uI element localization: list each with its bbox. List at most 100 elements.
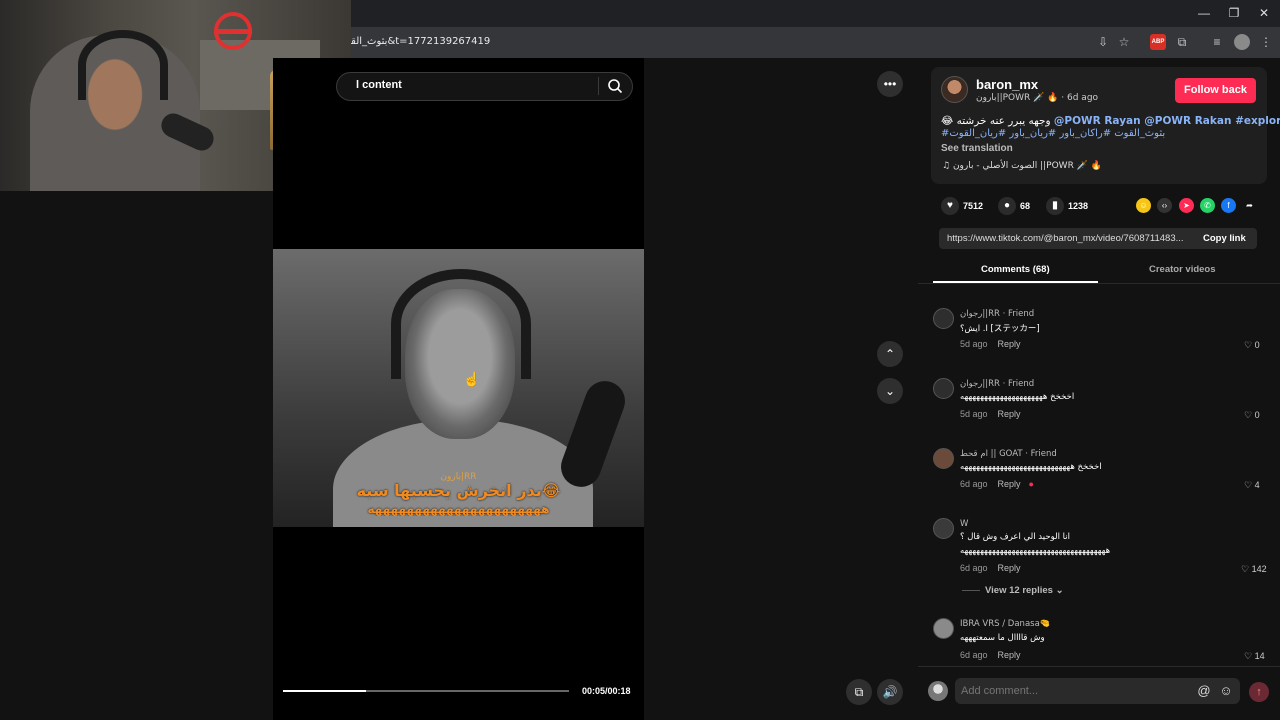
heart-outline-icon[interactable]: ♡ [1244, 480, 1252, 490]
description-mentions[interactable]: @POWR Rayan @POWR Rakan #explore [1054, 115, 1280, 127]
send-comment-icon[interactable]: ↑ [1249, 682, 1269, 702]
share-arrow-icon[interactable]: ➦ [1242, 198, 1257, 213]
restore-button[interactable]: ❐ [1224, 4, 1244, 22]
commenter-name[interactable]: IBRA VRS / Danasa🤏 [960, 619, 1050, 629]
commenter-name[interactable]: ام قحط || GOAT · Friend [960, 449, 1057, 459]
music-title[interactable]: الصوت الأصلي - بارون ||POWR 🗡️ 🔥 [953, 161, 1102, 171]
install-app-icon[interactable]: ⇩ [1095, 34, 1111, 50]
description-text: 😂 وجهه يبرر عنه خرشته [941, 115, 1051, 127]
comment-text-line2: هههههههههههههههههههههههههههههههههههههه [960, 546, 1111, 556]
like-stat[interactable]: ♥ 7512 [941, 197, 983, 215]
comment-text: ا. ايش؟ [ステッカー] [960, 324, 1040, 334]
whatsapp-icon[interactable]: ✆ [1200, 198, 1215, 213]
comment-stat[interactable]: ● 68 [998, 197, 1030, 215]
comment-meta: 5d ago Reply [960, 409, 1021, 419]
send-to-friend-icon[interactable]: ➤ [1179, 198, 1194, 213]
comment-like[interactable]: ♡ 0 [1244, 410, 1260, 421]
media-controls-icon[interactable]: ≡ [1209, 34, 1225, 50]
comment-like[interactable]: ♡ 4 [1244, 480, 1260, 491]
comment-age: 6d ago [960, 563, 988, 573]
minimize-button[interactable]: — [1194, 4, 1214, 22]
search-icon[interactable] [607, 78, 623, 94]
comment-age: 5d ago [960, 409, 988, 419]
search-text[interactable]: l content [356, 79, 402, 91]
tab-comments[interactable]: Comments (68) [981, 264, 1050, 275]
video-frame[interactable]: بارون|RR بدر انخرش يحسبها سبه😂 ههههههههه… [273, 249, 644, 527]
comment-like-count: 0 [1254, 410, 1260, 420]
next-video-button[interactable]: ⌄ [877, 378, 903, 404]
reply-button[interactable]: Reply [998, 479, 1021, 489]
browser-menu-icon[interactable]: ⋮ [1258, 34, 1274, 50]
heart-outline-icon[interactable]: ♡ [1244, 651, 1252, 661]
see-translation-link[interactable]: See translation [941, 143, 1013, 154]
url-field[interactable]: بثوث_القو‏&t=1772139267419 [346, 36, 490, 47]
reply-button[interactable]: Reply [998, 563, 1021, 573]
facebook-icon[interactable]: f [1221, 198, 1236, 213]
tab-divider [918, 283, 1280, 284]
heart-outline-icon[interactable]: ♡ [1244, 410, 1252, 420]
commenter-name[interactable]: رجوان||RR · Friend [960, 309, 1034, 319]
video-time: 00:05/00:18 [582, 686, 631, 696]
commenter-avatar[interactable] [933, 518, 954, 539]
tab-creator-videos[interactable]: Creator videos [1149, 264, 1216, 275]
more-options-icon[interactable]: ••• [877, 71, 903, 97]
video-progress-bar[interactable] [283, 690, 569, 692]
description-hashtags[interactable]: #بثوث_القوت #راكان_باور #ريان_باور #ريان… [941, 128, 1165, 139]
heart-outline-icon[interactable]: ♡ [1244, 340, 1252, 350]
close-button[interactable]: ✕ [1254, 4, 1274, 22]
replies-line [962, 590, 980, 591]
comment-like[interactable]: ♡ 14 [1244, 651, 1265, 662]
video-progress-fill [283, 690, 366, 692]
embed-code-icon[interactable]: ‹› [1157, 198, 1172, 213]
commenter-avatar[interactable] [933, 448, 954, 469]
emoji-icon[interactable]: ☺ [1218, 683, 1234, 699]
previous-video-button[interactable]: ⌃ [877, 341, 903, 367]
comment-like[interactable]: ♡ 0 [1244, 340, 1260, 351]
volume-icon[interactable]: 🔊 [877, 679, 903, 705]
view-replies-button[interactable]: View 12 replies ⌄ [985, 585, 1064, 596]
follow-back-button[interactable]: Follow back [1175, 78, 1256, 103]
creator-liked-icon: ● [1028, 479, 1034, 489]
emoji-share-icon[interactable]: ☺ [1136, 198, 1151, 213]
reply-button[interactable]: Reply [998, 409, 1021, 419]
commenter-avatar[interactable] [933, 308, 954, 329]
comment-like[interactable]: ♡ 142 [1241, 564, 1267, 575]
headset [78, 30, 168, 100]
save-stat[interactable]: ▮ 1238 [1046, 197, 1088, 215]
commenter-avatar[interactable] [933, 378, 954, 399]
comment-text: انا الوحيد الي اعرف وش قال ؟ [960, 532, 1070, 542]
brand-logo [214, 12, 252, 50]
commenter-name[interactable]: W [960, 519, 968, 529]
heart-outline-icon[interactable]: ♡ [1241, 564, 1249, 574]
extensions-puzzle-icon[interactable]: ⧉ [1174, 34, 1190, 50]
comment-meta: 6d ago Reply ● [960, 479, 1034, 489]
bookmark-icon[interactable]: ▮ [1046, 197, 1064, 215]
comment-like-count: 0 [1254, 340, 1260, 350]
video-caption-laugh: ههههههههههههههههههههههه [367, 502, 550, 516]
comment-bar-divider [918, 666, 1280, 667]
save-count: 1238 [1068, 201, 1089, 211]
reply-button[interactable]: Reply [998, 339, 1021, 349]
profile-avatar-icon[interactable] [1234, 34, 1250, 50]
reply-button[interactable]: Reply [998, 650, 1021, 660]
mention-icon[interactable]: @ [1196, 683, 1212, 699]
comment-age: 6d ago [960, 479, 988, 489]
my-avatar [928, 681, 948, 701]
commenter-avatar[interactable] [933, 618, 954, 639]
comment-text: وش قاااال ما سمعتهههه [960, 633, 1045, 643]
creator-avatar[interactable] [941, 76, 968, 103]
search-divider [598, 77, 599, 95]
video-subject-headset [391, 269, 531, 379]
heart-icon[interactable]: ♥ [941, 197, 959, 215]
commenter-name[interactable]: رجوان||RR · Friend [960, 379, 1034, 389]
creator-username[interactable]: baron_mx [976, 77, 1038, 92]
adblock-extension-icon[interactable]: ABP [1150, 34, 1166, 50]
copy-link-button[interactable]: Copy link [1203, 233, 1246, 244]
music-info[interactable]: ♫ الصوت الأصلي - بارون ||POWR 🗡️ 🔥 [942, 161, 1102, 171]
post-description: 😂 وجهه يبرر عنه خرشته @POWR Rayan @POWR … [941, 115, 1280, 127]
share-link-url[interactable]: https://www.tiktok.com/@baron_mx/video/7… [947, 233, 1191, 244]
comment-bubble-icon[interactable]: ● [998, 197, 1016, 215]
bookmark-star-icon[interactable]: ☆ [1116, 34, 1132, 50]
comment-age: 6d ago [960, 650, 988, 660]
pip-icon[interactable]: ⧉ [846, 679, 872, 705]
